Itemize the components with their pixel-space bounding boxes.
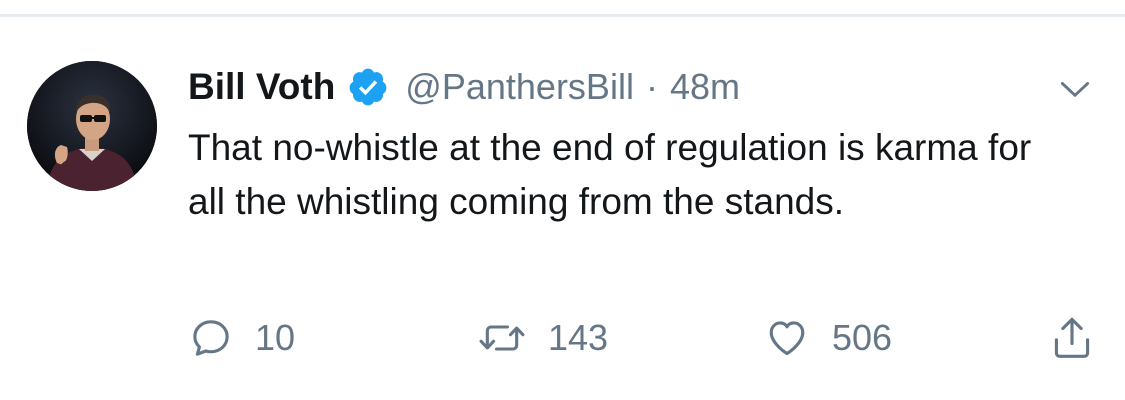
verified-badge-icon — [347, 66, 389, 108]
share-button[interactable] — [1050, 310, 1094, 366]
retweet-icon — [479, 325, 525, 351]
heart-icon — [769, 321, 805, 356]
tweet-actions: 10 143 506 — [0, 310, 1125, 366]
top-divider — [0, 14, 1125, 17]
reply-icon — [193, 320, 229, 356]
retweet-button[interactable]: 143 — [478, 310, 608, 366]
tweet-text: That no-whistle at the end of regulation… — [188, 127, 1032, 222]
timestamp[interactable]: 48m — [670, 66, 740, 108]
avatar[interactable] — [27, 61, 157, 191]
reply-count: 10 — [255, 317, 296, 358]
author-handle[interactable]: @PanthersBill — [405, 66, 634, 108]
separator-dot: · — [645, 66, 658, 107]
author-name[interactable]: Bill Voth — [188, 66, 335, 108]
chevron-down-icon[interactable] — [1056, 70, 1094, 108]
share-icon — [1054, 317, 1090, 358]
retweet-count: 143 — [548, 317, 609, 358]
avatar-photo — [27, 61, 157, 191]
reply-button[interactable]: 10 — [189, 310, 295, 366]
like-button[interactable]: 506 — [764, 310, 892, 366]
tweet-header: Bill Voth @PanthersBill · 48m — [188, 62, 740, 112]
like-count: 506 — [832, 317, 893, 358]
